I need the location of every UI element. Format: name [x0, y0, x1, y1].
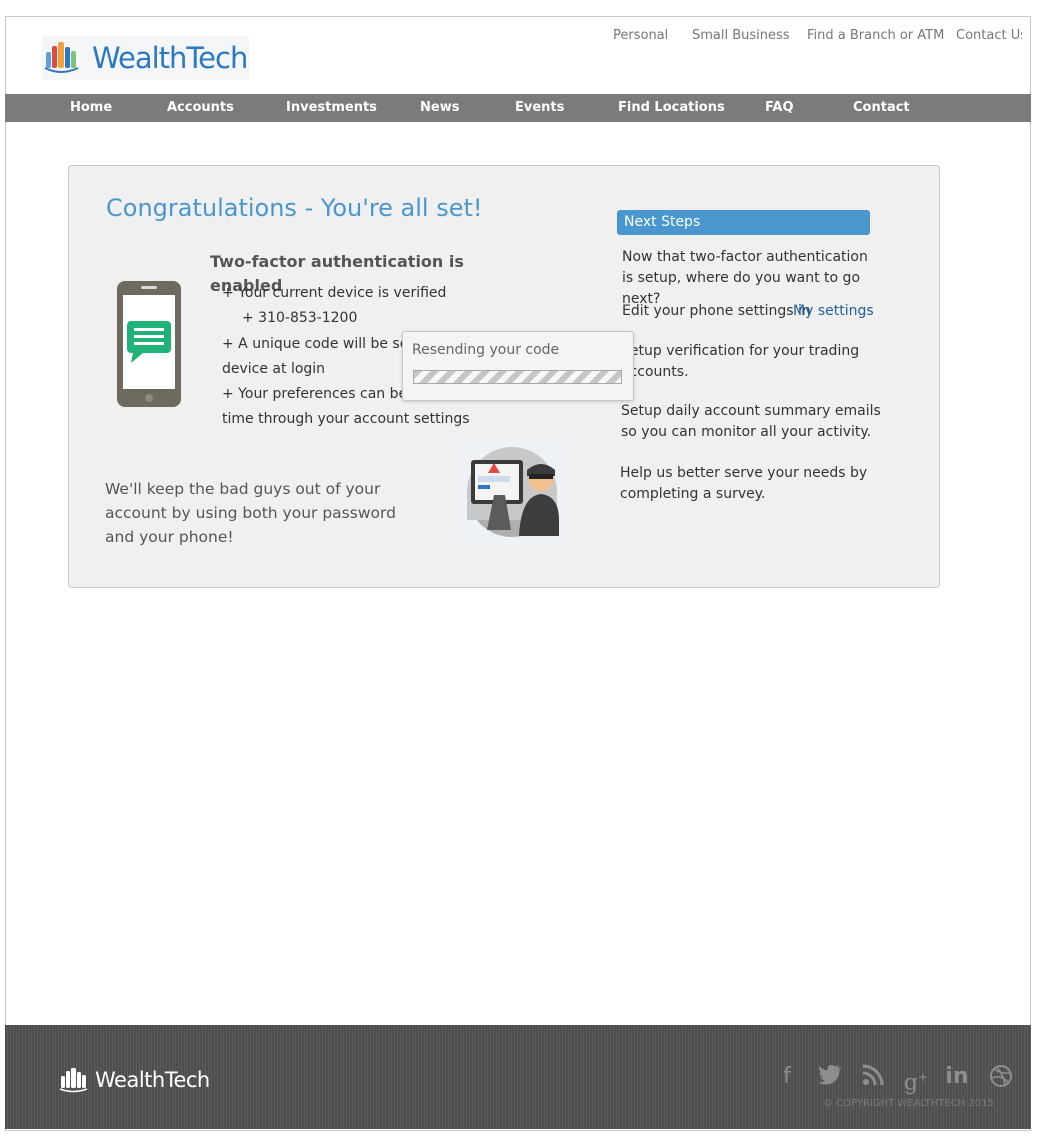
- security-tagline: We'll keep the bad guys out of your acco…: [105, 480, 396, 546]
- rss-glyph: [862, 1064, 884, 1086]
- daily-summary-step[interactable]: Setup daily account summary emails so yo…: [621, 401, 881, 443]
- nav-home[interactable]: Home: [70, 100, 112, 115]
- toplink-contact[interactable]: Contact Us: [956, 28, 1022, 43]
- nav-investments[interactable]: Investments: [286, 100, 377, 115]
- nav-contact[interactable]: Contact: [853, 100, 910, 115]
- bullet-unique-code-cont: device at login: [222, 361, 326, 377]
- footer-logo[interactable]: WealthTech: [58, 1066, 210, 1094]
- hacker-illustration: [461, 440, 563, 543]
- nav-news[interactable]: News: [420, 100, 459, 115]
- bullet-unique-code: + A unique code will be se: [222, 336, 409, 352]
- resend-code-dialog: Resending your code: [402, 331, 634, 401]
- nav-find-locations[interactable]: Find Locations: [618, 100, 725, 115]
- resend-progress-bar: [413, 370, 622, 384]
- dribbble-glyph: [990, 1065, 1012, 1087]
- hacker-icon: [461, 440, 563, 543]
- google-plus-icon[interactable]: g+: [903, 1064, 929, 1095]
- next-steps-header: Next Steps: [617, 210, 870, 235]
- toplink-personal[interactable]: Personal: [613, 28, 668, 43]
- linkedin-icon[interactable]: in: [944, 1064, 970, 1090]
- footer-logo-mark-icon: [59, 1068, 88, 1093]
- footer-logo-text: WealthTech: [95, 1068, 210, 1092]
- toplink-small-business[interactable]: Small Business: [692, 28, 790, 43]
- dribbble-icon[interactable]: [988, 1064, 1014, 1090]
- progress-fill: [414, 371, 621, 383]
- edit-phone-settings: Edit your phone settings in: [622, 301, 811, 322]
- nav-faq[interactable]: FAQ: [765, 100, 794, 115]
- survey-step[interactable]: Help us better serve your needs by compl…: [620, 463, 875, 505]
- twitter-glyph: [818, 1064, 841, 1085]
- resend-message: Resending your code: [412, 342, 560, 358]
- bullet-phone-number: + 310-853-1200: [242, 310, 358, 326]
- smartphone-icon: [115, 279, 183, 409]
- my-settings-link[interactable]: My settings: [793, 301, 874, 322]
- main-nav: Home Accounts Investments News Events Fi…: [5, 94, 1031, 122]
- edit-phone-text: Edit your phone settings in: [622, 303, 811, 319]
- top-links: Personal Small Business Find a Branch or…: [0, 28, 1057, 48]
- toplink-find-branch[interactable]: Find a Branch or ATM: [807, 28, 944, 43]
- twitter-icon[interactable]: [817, 1064, 843, 1090]
- bullet-device-verified: + Your current device is verified: [222, 285, 447, 301]
- rss-icon[interactable]: [860, 1064, 886, 1090]
- trading-verification-step[interactable]: Setup verification for your trading acco…: [621, 341, 871, 383]
- nav-accounts[interactable]: Accounts: [167, 100, 234, 115]
- page-title: Congratulations - You're all set!: [106, 194, 483, 222]
- bullet-preferences-cont: time through your account settings: [222, 411, 470, 427]
- phone-illustration: [115, 279, 183, 409]
- bullet-preferences: + Your preferences can be: [222, 386, 408, 402]
- facebook-icon[interactable]: f: [774, 1064, 800, 1090]
- copyright-text: © COPYRIGHT WEALTHTECH 2015: [823, 1098, 994, 1109]
- nav-events[interactable]: Events: [515, 100, 564, 115]
